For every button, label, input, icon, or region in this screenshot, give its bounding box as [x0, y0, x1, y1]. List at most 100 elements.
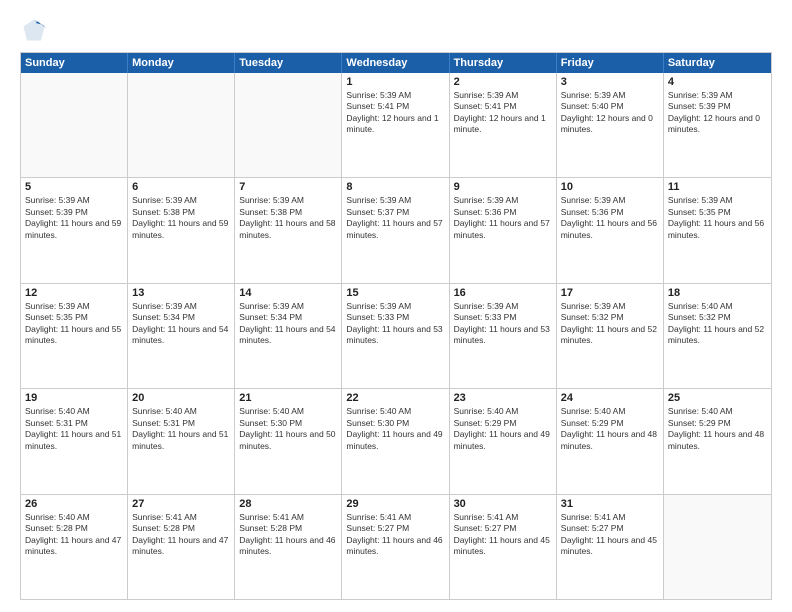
calendar-row-4: 19 Sunrise: 5:40 AM Sunset: 5:31 PM Dayli… [21, 388, 771, 493]
day-cell-11: 11 Sunrise: 5:39 AM Sunset: 5:35 PM Dayli… [664, 178, 771, 282]
day-info: Sunrise: 5:40 AM Sunset: 5:28 PM Dayligh… [25, 512, 123, 558]
day-number: 30 [454, 498, 552, 510]
day-info: Sunrise: 5:40 AM Sunset: 5:30 PM Dayligh… [239, 406, 337, 452]
day-info: Sunrise: 5:39 AM Sunset: 5:39 PM Dayligh… [25, 195, 123, 241]
calendar-header: SundayMondayTuesdayWednesdayThursdayFrid… [21, 53, 771, 73]
day-number: 20 [132, 392, 230, 404]
day-cell-15: 15 Sunrise: 5:39 AM Sunset: 5:33 PM Dayli… [342, 284, 449, 388]
day-number: 1 [346, 76, 444, 88]
day-number: 11 [668, 181, 767, 193]
day-info: Sunrise: 5:41 AM Sunset: 5:27 PM Dayligh… [454, 512, 552, 558]
day-number: 29 [346, 498, 444, 510]
day-number: 14 [239, 287, 337, 299]
day-info: Sunrise: 5:41 AM Sunset: 5:27 PM Dayligh… [561, 512, 659, 558]
day-number: 10 [561, 181, 659, 193]
day-cell-7: 7 Sunrise: 5:39 AM Sunset: 5:38 PM Daylig… [235, 178, 342, 282]
day-info: Sunrise: 5:39 AM Sunset: 5:40 PM Dayligh… [561, 90, 659, 136]
header [20, 16, 772, 44]
day-info: Sunrise: 5:41 AM Sunset: 5:28 PM Dayligh… [132, 512, 230, 558]
day-number: 7 [239, 181, 337, 193]
day-number: 2 [454, 76, 552, 88]
day-info: Sunrise: 5:39 AM Sunset: 5:36 PM Dayligh… [561, 195, 659, 241]
day-number: 4 [668, 76, 767, 88]
day-info: Sunrise: 5:39 AM Sunset: 5:35 PM Dayligh… [25, 301, 123, 347]
day-info: Sunrise: 5:40 AM Sunset: 5:32 PM Dayligh… [668, 301, 767, 347]
day-info: Sunrise: 5:39 AM Sunset: 5:38 PM Dayligh… [132, 195, 230, 241]
page: SundayMondayTuesdayWednesdayThursdayFrid… [0, 0, 792, 612]
header-day-monday: Monday [128, 53, 235, 73]
day-cell-8: 8 Sunrise: 5:39 AM Sunset: 5:37 PM Daylig… [342, 178, 449, 282]
day-cell-9: 9 Sunrise: 5:39 AM Sunset: 5:36 PM Daylig… [450, 178, 557, 282]
calendar: SundayMondayTuesdayWednesdayThursdayFrid… [20, 52, 772, 600]
day-number: 22 [346, 392, 444, 404]
day-info: Sunrise: 5:39 AM Sunset: 5:34 PM Dayligh… [132, 301, 230, 347]
day-number: 26 [25, 498, 123, 510]
day-cell-empty [128, 73, 235, 177]
day-cell-23: 23Sunrise: 5:40 AM Sunset: 5:29 PM Dayli… [450, 389, 557, 493]
day-cell-14: 14 Sunrise: 5:39 AM Sunset: 5:34 PM Dayli… [235, 284, 342, 388]
header-day-tuesday: Tuesday [235, 53, 342, 73]
calendar-row-5: 26 Sunrise: 5:40 AM Sunset: 5:28 PM Dayli… [21, 494, 771, 599]
day-info: Sunrise: 5:41 AM Sunset: 5:28 PM Dayligh… [239, 512, 337, 558]
day-cell-1: 1 Sunrise: 5:39 AM Sunset: 5:41 PM Daylig… [342, 73, 449, 177]
day-info: Sunrise: 5:41 AM Sunset: 5:27 PM Dayligh… [346, 512, 444, 558]
day-info: Sunrise: 5:39 AM Sunset: 5:32 PM Dayligh… [561, 301, 659, 347]
day-number: 25 [668, 392, 767, 404]
day-number: 3 [561, 76, 659, 88]
day-cell-3: 3 Sunrise: 5:39 AM Sunset: 5:40 PM Daylig… [557, 73, 664, 177]
day-info: Sunrise: 5:39 AM Sunset: 5:33 PM Dayligh… [346, 301, 444, 347]
day-number: 13 [132, 287, 230, 299]
day-cell-25: 25 Sunrise: 5:40 AM Sunset: 5:29 PM Dayli… [664, 389, 771, 493]
day-cell-6: 6 Sunrise: 5:39 AM Sunset: 5:38 PM Daylig… [128, 178, 235, 282]
day-cell-27: 27 Sunrise: 5:41 AM Sunset: 5:28 PM Dayli… [128, 495, 235, 599]
day-cell-13: 13 Sunrise: 5:39 AM Sunset: 5:34 PM Dayli… [128, 284, 235, 388]
day-number: 17 [561, 287, 659, 299]
day-cell-2: 2 Sunrise: 5:39 AM Sunset: 5:41 PM Daylig… [450, 73, 557, 177]
day-cell-29: 29 Sunrise: 5:41 AM Sunset: 5:27 PM Dayli… [342, 495, 449, 599]
day-info: Sunrise: 5:39 AM Sunset: 5:41 PM Dayligh… [454, 90, 552, 136]
day-info: Sunrise: 5:40 AM Sunset: 5:29 PM Dayligh… [561, 406, 659, 452]
day-cell-18: 18Sunrise: 5:40 AM Sunset: 5:32 PM Dayli… [664, 284, 771, 388]
day-info: Sunrise: 5:39 AM Sunset: 5:36 PM Dayligh… [454, 195, 552, 241]
day-info: Sunrise: 5:40 AM Sunset: 5:31 PM Dayligh… [132, 406, 230, 452]
day-number: 8 [346, 181, 444, 193]
day-cell-22: 22Sunrise: 5:40 AM Sunset: 5:30 PM Dayli… [342, 389, 449, 493]
day-cell-empty [235, 73, 342, 177]
day-number: 31 [561, 498, 659, 510]
day-info: Sunrise: 5:40 AM Sunset: 5:29 PM Dayligh… [454, 406, 552, 452]
header-day-sunday: Sunday [21, 53, 128, 73]
day-number: 9 [454, 181, 552, 193]
day-number: 12 [25, 287, 123, 299]
day-number: 5 [25, 181, 123, 193]
day-number: 6 [132, 181, 230, 193]
day-info: Sunrise: 5:39 AM Sunset: 5:37 PM Dayligh… [346, 195, 444, 241]
day-cell-24: 24 Sunrise: 5:40 AM Sunset: 5:29 PM Dayli… [557, 389, 664, 493]
day-cell-20: 20 Sunrise: 5:40 AM Sunset: 5:31 PM Dayli… [128, 389, 235, 493]
header-day-wednesday: Wednesday [342, 53, 449, 73]
header-day-saturday: Saturday [664, 53, 771, 73]
day-cell-16: 16Sunrise: 5:39 AM Sunset: 5:33 PM Dayli… [450, 284, 557, 388]
day-number: 27 [132, 498, 230, 510]
day-number: 15 [346, 287, 444, 299]
calendar-row-1: 1 Sunrise: 5:39 AM Sunset: 5:41 PM Daylig… [21, 73, 771, 177]
day-cell-19: 19 Sunrise: 5:40 AM Sunset: 5:31 PM Dayli… [21, 389, 128, 493]
day-cell-21: 21Sunrise: 5:40 AM Sunset: 5:30 PM Dayli… [235, 389, 342, 493]
header-day-friday: Friday [557, 53, 664, 73]
day-info: Sunrise: 5:39 AM Sunset: 5:34 PM Dayligh… [239, 301, 337, 347]
calendar-body: 1 Sunrise: 5:39 AM Sunset: 5:41 PM Daylig… [21, 73, 771, 599]
day-info: Sunrise: 5:39 AM Sunset: 5:41 PM Dayligh… [346, 90, 444, 136]
day-number: 28 [239, 498, 337, 510]
calendar-row-2: 5 Sunrise: 5:39 AM Sunset: 5:39 PM Daylig… [21, 177, 771, 282]
logo-icon [20, 16, 48, 44]
day-info: Sunrise: 5:39 AM Sunset: 5:38 PM Dayligh… [239, 195, 337, 241]
day-number: 24 [561, 392, 659, 404]
day-cell-10: 10 Sunrise: 5:39 AM Sunset: 5:36 PM Dayli… [557, 178, 664, 282]
day-cell-empty [21, 73, 128, 177]
day-info: Sunrise: 5:40 AM Sunset: 5:31 PM Dayligh… [25, 406, 123, 452]
day-number: 16 [454, 287, 552, 299]
day-info: Sunrise: 5:40 AM Sunset: 5:29 PM Dayligh… [668, 406, 767, 452]
calendar-row-3: 12 Sunrise: 5:39 AM Sunset: 5:35 PM Dayli… [21, 283, 771, 388]
day-number: 19 [25, 392, 123, 404]
day-cell-5: 5 Sunrise: 5:39 AM Sunset: 5:39 PM Daylig… [21, 178, 128, 282]
day-info: Sunrise: 5:39 AM Sunset: 5:35 PM Dayligh… [668, 195, 767, 241]
